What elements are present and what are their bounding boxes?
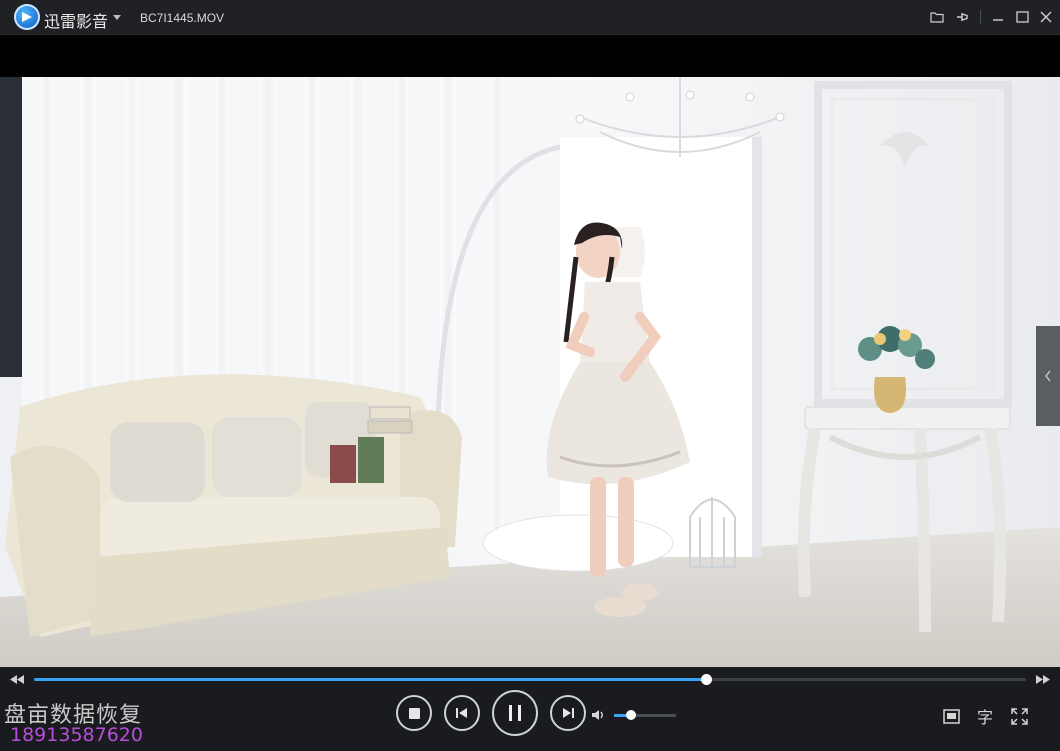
next-button[interactable] <box>550 695 586 731</box>
volume-knob[interactable] <box>626 710 637 720</box>
seek-bar-progress <box>34 678 706 681</box>
fast-forward-icon[interactable] <box>1034 670 1052 688</box>
xunlei-logo-icon[interactable] <box>14 4 40 30</box>
minimize-icon[interactable] <box>988 7 1008 27</box>
title-divider <box>980 10 981 24</box>
side-panel-toggle[interactable] <box>1036 326 1060 426</box>
stop-button[interactable] <box>396 695 432 731</box>
volume-icon[interactable] <box>589 705 609 725</box>
pause-icon <box>509 705 521 721</box>
next-icon <box>563 708 574 718</box>
fullscreen-icon[interactable] <box>1009 706 1029 726</box>
video-frame[interactable] <box>0 77 1060 667</box>
app-menu-caret-icon[interactable] <box>113 15 121 20</box>
previous-icon <box>456 708 467 718</box>
file-name: BC7I1445.MOV <box>140 11 225 25</box>
watermark-phone: 18913587620 <box>10 724 143 746</box>
seek-bar[interactable] <box>34 674 1026 685</box>
seek-knob[interactable] <box>700 674 712 685</box>
pin-icon[interactable] <box>953 7 973 27</box>
folder-icon[interactable] <box>927 7 947 27</box>
maximize-icon[interactable] <box>1012 7 1032 27</box>
video-scene <box>0 77 1060 667</box>
chevron-left-icon <box>1045 370 1051 382</box>
pause-button[interactable] <box>492 690 538 736</box>
screen-mode-icon[interactable] <box>941 706 961 726</box>
subtitle-button[interactable]: 字 <box>975 706 995 727</box>
stop-icon <box>408 707 420 719</box>
volume-slider[interactable] <box>614 710 676 720</box>
close-icon[interactable] <box>1036 7 1056 27</box>
rewind-icon[interactable] <box>8 670 26 688</box>
previous-button[interactable] <box>444 695 480 731</box>
app-name[interactable]: 迅雷影音 <box>44 8 108 32</box>
title-bar: 迅雷影音 BC7I1445.MOV <box>0 0 1060 35</box>
control-bar: 盘亩数据恢复 18913587620 字 <box>0 667 1060 751</box>
